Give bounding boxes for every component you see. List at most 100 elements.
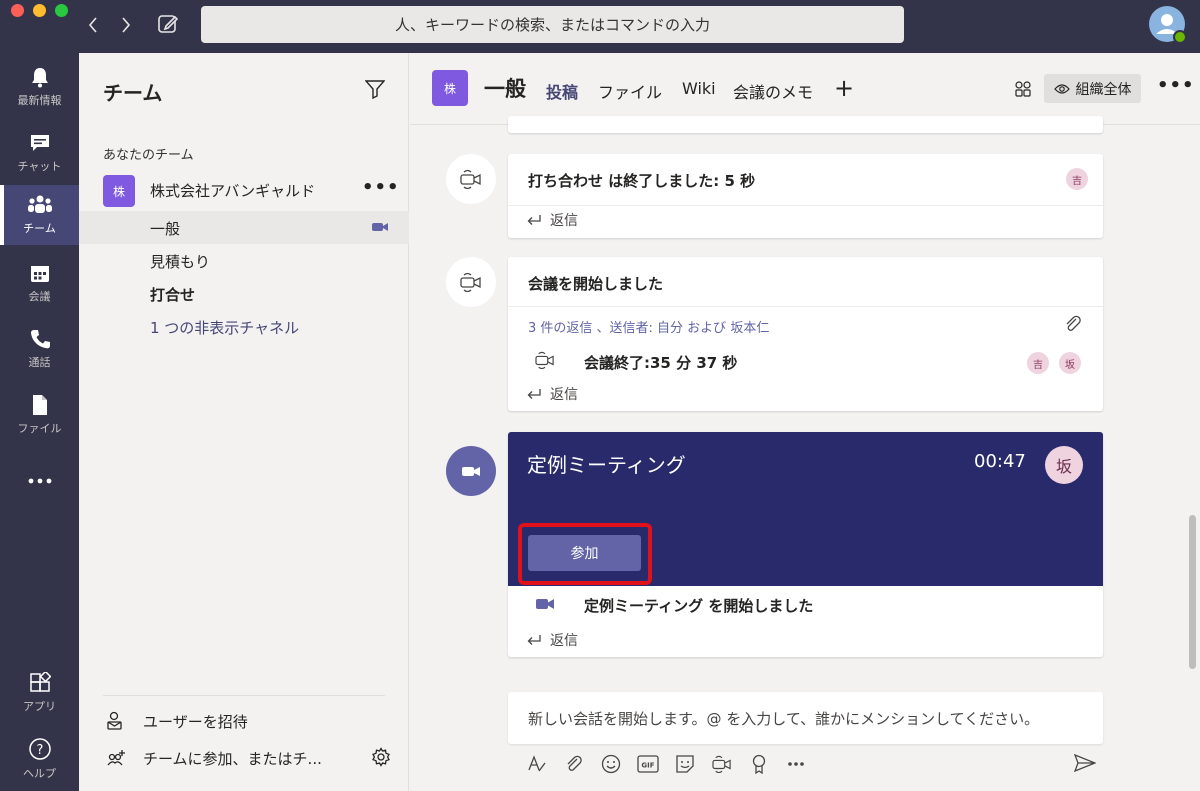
format-icon[interactable] bbox=[524, 752, 550, 776]
team-more-options-icon[interactable]: ••• bbox=[362, 177, 399, 205]
rail-label: チーム bbox=[23, 222, 56, 235]
join-meeting-button[interactable]: 参加 bbox=[528, 535, 641, 571]
rail-chat[interactable]: チャット bbox=[0, 123, 79, 183]
rail-activity[interactable]: 最新情報 bbox=[0, 57, 79, 117]
meeting-ended-icon bbox=[534, 351, 556, 369]
calendar-icon bbox=[30, 266, 49, 282]
posts-feed: 打ち合わせ は終了しました: 5 秒 吉 返信 会議を開始しました 3 件の返信… bbox=[410, 116, 1200, 791]
file-icon bbox=[32, 395, 47, 415]
filter-icon[interactable] bbox=[365, 79, 385, 99]
apps-icon bbox=[29, 672, 51, 692]
more-icon bbox=[28, 478, 51, 484]
reply-label: 返信 bbox=[550, 213, 578, 229]
new-conversation-input[interactable]: 新しい会話を開始します。@ を入力して、誰かにメンションしてください。 bbox=[508, 692, 1103, 744]
team-row[interactable]: 株 株式会社アバンギャルド ••• bbox=[79, 171, 409, 211]
invite-label: ユーザーを招待 bbox=[143, 712, 248, 731]
attachment-paperclip-icon[interactable] bbox=[1064, 315, 1082, 333]
reply-label: 返信 bbox=[550, 633, 578, 649]
praise-badge-icon[interactable] bbox=[746, 752, 772, 776]
org-wide-button[interactable]: 組織全体 bbox=[1044, 74, 1141, 103]
phone-icon bbox=[30, 330, 50, 349]
participant-avatar[interactable]: 坂 bbox=[1059, 352, 1081, 374]
gif-icon[interactable]: GIF bbox=[635, 752, 661, 776]
join-team-button[interactable]: チームに参加、またはチ... bbox=[103, 743, 322, 773]
back-arrow-icon[interactable] bbox=[82, 12, 104, 38]
post-card: 会議を開始しました 3 件の返信 、送信者: 自分 および 坂本仁 会議終了:3… bbox=[508, 257, 1103, 411]
window-close-button[interactable] bbox=[11, 4, 24, 17]
reply-arrow-icon bbox=[527, 215, 541, 225]
meeting-icon bbox=[446, 154, 496, 204]
channel-more-options-icon[interactable]: ••• bbox=[1157, 75, 1195, 96]
feed-scrollbar[interactable] bbox=[1189, 515, 1196, 669]
channel-estimate[interactable]: 見積もり bbox=[79, 244, 409, 277]
rail-apps[interactable]: アプリ bbox=[0, 663, 79, 723]
settings-gear-icon[interactable] bbox=[371, 747, 391, 767]
app-rail: 最新情報 チャット チーム 会議 通話 ファイル アプリ ? ヘルプ bbox=[0, 53, 79, 791]
meeting-icon bbox=[446, 257, 496, 307]
reply-arrow-icon bbox=[527, 389, 541, 399]
participant-avatar[interactable]: 吉 bbox=[1027, 352, 1049, 374]
hidden-channels-link[interactable]: 1 つの非表示チャネル bbox=[79, 310, 409, 343]
org-wide-label: 組織全体 bbox=[1075, 81, 1132, 98]
attach-file-icon[interactable] bbox=[561, 752, 587, 776]
emoji-icon[interactable] bbox=[598, 752, 624, 776]
team-avatar: 株 bbox=[103, 175, 135, 207]
join-team-label: チームに参加、またはチ... bbox=[143, 749, 322, 768]
rail-label: ファイル bbox=[17, 422, 62, 435]
rail-help[interactable]: ? ヘルプ bbox=[0, 729, 79, 789]
rail-label: 最新情報 bbox=[17, 94, 62, 107]
reply-button[interactable]: 返信 bbox=[526, 630, 578, 650]
send-icon[interactable] bbox=[1074, 753, 1096, 773]
rail-more[interactable] bbox=[0, 451, 79, 511]
team-members-icon[interactable] bbox=[1014, 80, 1032, 98]
svg-text:GIF: GIF bbox=[641, 762, 654, 770]
more-options-icon[interactable] bbox=[783, 752, 809, 776]
search-input[interactable]: 人、キーワードの検索、またはコマンドの入力 bbox=[201, 6, 904, 43]
channel-title: 一般 bbox=[484, 77, 526, 101]
channel-name: 見積もり bbox=[150, 253, 211, 271]
meeting-participant-avatar[interactable]: 坂 bbox=[1045, 446, 1083, 484]
live-meeting-icon bbox=[446, 446, 496, 496]
participant-avatar[interactable]: 吉 bbox=[1066, 168, 1088, 190]
divider bbox=[508, 306, 1103, 307]
help-icon: ? bbox=[28, 738, 51, 760]
meeting-started-icon bbox=[535, 597, 555, 611]
rail-files[interactable]: ファイル bbox=[0, 385, 79, 445]
window-minimize-button[interactable] bbox=[33, 4, 46, 17]
team-name: 株式会社アバンギャルド bbox=[150, 182, 316, 200]
channel-general[interactable]: 一般 bbox=[79, 211, 409, 244]
meeting-ended-text: 会議終了:35 分 37 秒 bbox=[584, 354, 738, 372]
channel-meeting[interactable]: 打合せ bbox=[79, 277, 409, 310]
channel-name: 打合せ bbox=[150, 286, 196, 304]
forward-arrow-icon[interactable] bbox=[115, 12, 137, 38]
thread-summary-link[interactable]: 3 件の返信 、送信者: 自分 および 坂本仁 bbox=[528, 317, 769, 336]
add-tab-icon[interactable]: + bbox=[834, 76, 854, 100]
chat-icon bbox=[30, 135, 49, 151]
channel-name: 1 つの非表示チャネル bbox=[150, 319, 300, 337]
reply-button[interactable]: 返信 bbox=[526, 384, 578, 404]
rail-teams[interactable]: チーム bbox=[0, 185, 79, 245]
invite-user-icon bbox=[103, 711, 129, 731]
meeting-title: 定例ミーティング bbox=[527, 453, 686, 477]
join-team-icon bbox=[103, 748, 129, 768]
meeting-timer: 00:47 bbox=[974, 451, 1026, 472]
window-zoom-button[interactable] bbox=[55, 4, 68, 17]
teams-icon bbox=[27, 195, 52, 213]
bell-icon bbox=[31, 68, 48, 88]
divider bbox=[508, 205, 1103, 206]
section-label: あなたのチーム bbox=[103, 148, 194, 163]
invite-users-button[interactable]: ユーザーを招待 bbox=[103, 706, 248, 736]
sticker-icon[interactable] bbox=[672, 752, 698, 776]
post-card: 打ち合わせ は終了しました: 5 秒 吉 返信 bbox=[508, 154, 1103, 238]
rail-label: 会議 bbox=[28, 290, 51, 303]
rail-label: アプリ bbox=[23, 700, 56, 713]
previous-post-card bbox=[508, 116, 1103, 133]
rail-calendar[interactable]: 会議 bbox=[0, 253, 79, 313]
meet-now-icon[interactable] bbox=[709, 752, 735, 776]
new-chat-compose-icon[interactable] bbox=[156, 12, 182, 38]
live-meeting-card: 定例ミーティング 00:47 坂 参加 定例ミーティング を開始しました 返信 bbox=[508, 432, 1103, 657]
panel-title: チーム bbox=[103, 81, 163, 105]
reply-button[interactable]: 返信 bbox=[526, 210, 578, 230]
rail-calls[interactable]: 通話 bbox=[0, 319, 79, 379]
profile-avatar[interactable] bbox=[1149, 6, 1187, 44]
